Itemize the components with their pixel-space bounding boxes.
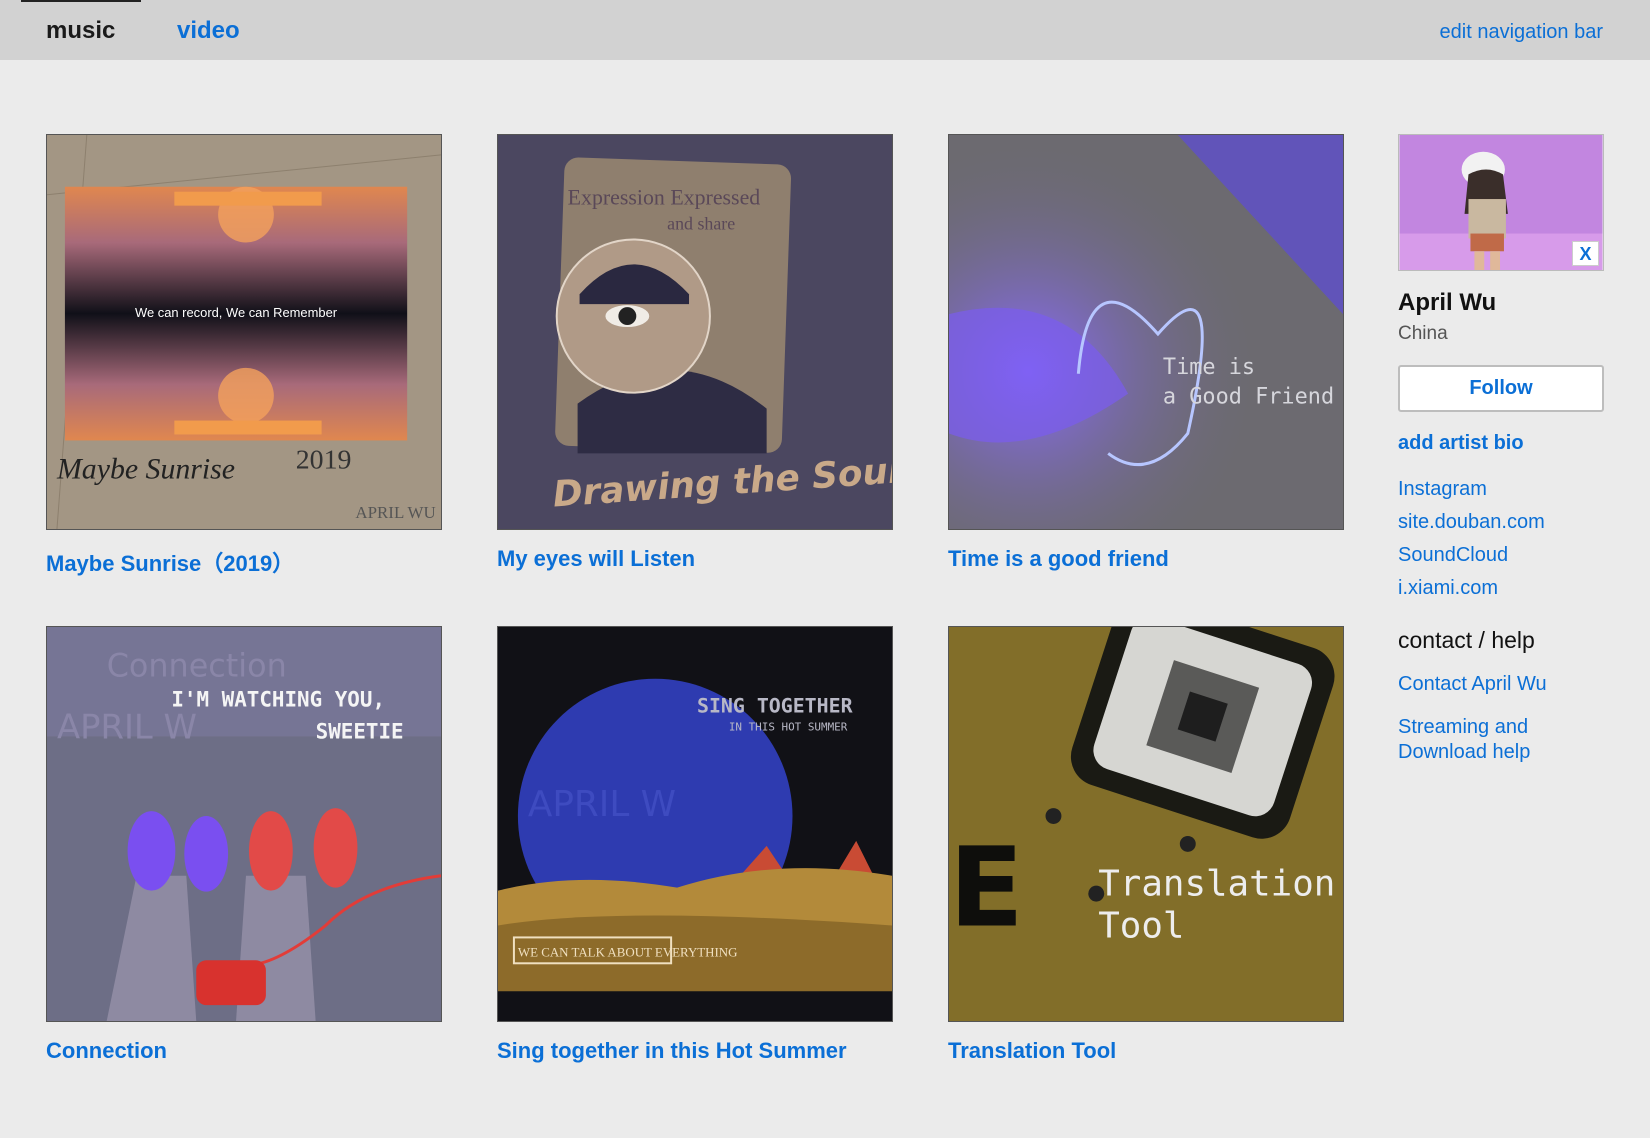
cover-text: E <box>949 823 1024 951</box>
cover-text: 2019 <box>296 444 352 475</box>
contact-help-heading: contact / help <box>1398 627 1535 653</box>
contact-artist-link[interactable]: Contact April Wu <box>1398 672 1604 697</box>
album-title-link[interactable]: Translation Tool <box>948 1038 1344 1064</box>
cover-text: a Good Friend <box>1163 385 1334 410</box>
cover-text: SING TOGETHER <box>697 695 853 718</box>
album-art: Time is a Good Friend <box>949 135 1343 529</box>
active-tab-indicator <box>21 0 141 2</box>
album-card: Connection I'M WATCHING YOU, SWEETIE APR… <box>46 626 442 1064</box>
cover-text: Connection <box>107 647 287 685</box>
cover-text: SWEETIE <box>316 719 404 743</box>
artist-location: China <box>1398 323 1448 344</box>
remove-photo-button[interactable]: X <box>1572 241 1599 266</box>
album-cover-connection[interactable]: Connection I'M WATCHING YOU, SWEETIE APR… <box>46 626 442 1022</box>
album-title-link[interactable]: Maybe Sunrise（2019） <box>46 546 442 578</box>
album-card: Time is a Good Friend Time is a good fri… <box>948 134 1344 572</box>
artist-photo[interactable]: X <box>1398 134 1604 271</box>
artist-links: Instagram site.douban.com SoundCloud i.x… <box>1398 473 1604 605</box>
album-title-link[interactable]: Time is a good friend <box>948 546 1344 572</box>
cover-text: Translation <box>1098 864 1335 905</box>
album-card: SING TOGETHER IN THIS HOT SUMMER APRIL W… <box>497 626 893 1064</box>
cover-text: WE CAN TALK ABOUT EVERYTHING <box>518 944 738 959</box>
cover-text: APRIL W <box>528 784 676 825</box>
link-douban[interactable]: site.douban.com <box>1398 506 1604 539</box>
link-soundcloud[interactable]: SoundCloud <box>1398 539 1604 572</box>
artist-name: April Wu <box>1398 289 1497 316</box>
cover-text: I'M WATCHING YOU, <box>171 688 385 712</box>
album-art: E Translation Tool <box>949 627 1343 1021</box>
album-cover-sing-together[interactable]: SING TOGETHER IN THIS HOT SUMMER APRIL W… <box>497 626 893 1022</box>
album-card: We can record, We can Remember Maybe Sun… <box>46 134 442 578</box>
cover-text: Maybe Sunrise <box>56 452 235 485</box>
top-navigation-bar: music video edit navigation bar <box>0 0 1650 60</box>
tab-video[interactable]: video <box>177 17 240 45</box>
cover-text: and share <box>667 214 735 234</box>
cover-text: We can record, We can Remember <box>135 305 338 320</box>
cover-text: Expression Expressed <box>568 186 761 210</box>
edit-navigation-bar-link[interactable]: edit navigation bar <box>1440 21 1603 44</box>
follow-button[interactable]: Follow <box>1398 365 1604 412</box>
cover-text: APRIL W <box>57 707 197 746</box>
tab-music[interactable]: music <box>46 17 115 45</box>
cover-text: APRIL WU <box>355 503 435 522</box>
add-artist-bio-link[interactable]: add artist bio <box>1398 432 1604 455</box>
cover-text: Time is <box>1163 355 1255 380</box>
cover-text: Tool <box>1098 905 1184 946</box>
album-title-link[interactable]: Connection <box>46 1038 442 1064</box>
album-cover-maybe-sunrise[interactable]: We can record, We can Remember Maybe Sun… <box>46 134 442 530</box>
album-art: Connection I'M WATCHING YOU, SWEETIE APR… <box>47 627 441 1021</box>
album-cover-time-is-a-good-friend[interactable]: Time is a Good Friend <box>948 134 1344 530</box>
album-art: SING TOGETHER IN THIS HOT SUMMER APRIL W… <box>498 627 892 1021</box>
album-art: Expression Expressed and share Drawing t… <box>498 135 892 529</box>
album-title-link[interactable]: Sing together in this Hot Summer <box>497 1038 893 1064</box>
link-xiami[interactable]: i.xiami.com <box>1398 572 1604 605</box>
cover-text: IN THIS HOT SUMMER <box>729 720 848 733</box>
album-cover-my-eyes-will-listen[interactable]: Expression Expressed and share Drawing t… <box>497 134 893 530</box>
link-instagram[interactable]: Instagram <box>1398 473 1604 506</box>
artist-sidebar: X April Wu China Follow add artist bio I… <box>1398 134 1604 765</box>
album-card: Expression Expressed and share Drawing t… <box>497 134 893 572</box>
album-card: E Translation Tool Translation Tool <box>948 626 1344 1064</box>
album-title-link[interactable]: My eyes will Listen <box>497 546 893 572</box>
streaming-download-help-link[interactable]: Streaming and Download help <box>1398 715 1558 765</box>
album-art: We can record, We can Remember Maybe Sun… <box>47 135 441 529</box>
album-cover-translation-tool[interactable]: E Translation Tool <box>948 626 1344 1022</box>
